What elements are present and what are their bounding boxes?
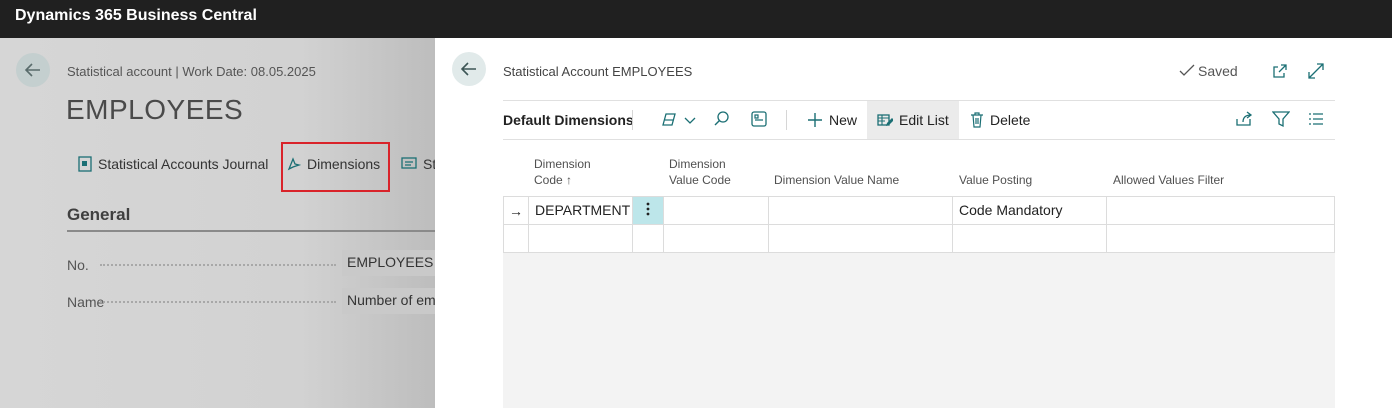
column-header-allowed-values-filter[interactable]: Allowed Values Filter bbox=[1113, 172, 1224, 188]
app-title: Dynamics 365 Business Central bbox=[15, 7, 257, 24]
column-header-dimension-value-code[interactable]: Dimension Value Code bbox=[669, 156, 731, 188]
app-bar: Dynamics 365 Business Central bbox=[0, 0, 1392, 38]
statistics-icon bbox=[401, 157, 417, 171]
back-arrow-icon bbox=[460, 62, 476, 76]
edit-list-button[interactable]: Edit List bbox=[867, 101, 959, 139]
open-new-window-button[interactable] bbox=[1271, 62, 1289, 85]
general-section-title: General bbox=[67, 205, 447, 232]
column-header-dimension-code[interactable]: Dimension Code ↑ bbox=[534, 156, 591, 188]
new-label: New bbox=[829, 112, 858, 128]
delete-label: Delete bbox=[990, 112, 1031, 128]
name-field-value[interactable]: Number of em bbox=[342, 288, 442, 314]
list-settings-button[interactable] bbox=[1308, 101, 1324, 139]
new-button[interactable]: New bbox=[807, 101, 857, 139]
search-button[interactable] bbox=[713, 101, 731, 139]
sort-ascending-icon: ↑ bbox=[566, 173, 573, 187]
grid-header: Dimension Code ↑ Dimension Value Code Di… bbox=[503, 150, 1335, 196]
background-caption: Statistical account | Work Date: 08.05.2… bbox=[67, 64, 316, 79]
column-header-value-posting[interactable]: Value Posting bbox=[959, 172, 1032, 188]
no-field-value[interactable]: EMPLOYEES bbox=[342, 250, 442, 276]
panel-back-button[interactable] bbox=[452, 52, 486, 86]
list-icon bbox=[1308, 112, 1324, 129]
table-row[interactable]: → DEPARTMENT Code Mandatory bbox=[503, 197, 1335, 225]
value-posting-cell[interactable] bbox=[953, 225, 1107, 252]
views-icon bbox=[660, 112, 678, 128]
toolbar-divider bbox=[632, 110, 633, 130]
expand-button[interactable] bbox=[1307, 62, 1325, 85]
checkmark-icon bbox=[1179, 64, 1195, 76]
name-field-label: Name bbox=[67, 294, 105, 310]
row-marker bbox=[503, 225, 529, 252]
allowed-values-filter-cell[interactable] bbox=[1107, 225, 1335, 252]
column-header-dimension-value-name[interactable]: Dimension Value Name bbox=[774, 172, 899, 188]
back-arrow-icon bbox=[24, 63, 40, 77]
row-marker: → bbox=[503, 197, 529, 224]
panel-caption: Statistical Account EMPLOYEES bbox=[503, 64, 693, 79]
statistical-accounts-journal-action[interactable]: Statistical Accounts Journal bbox=[78, 144, 268, 184]
open-in-new-window-icon bbox=[1273, 64, 1287, 78]
dimension-code-cell[interactable]: DEPARTMENT bbox=[529, 197, 633, 224]
delete-button[interactable]: Delete bbox=[970, 101, 1030, 139]
journal-icon bbox=[78, 156, 92, 172]
statistics-action[interactable]: St bbox=[401, 144, 436, 184]
dimension-value-code-cell[interactable] bbox=[664, 225, 769, 252]
saved-label: Saved bbox=[1198, 63, 1238, 79]
dimension-value-code-cell[interactable] bbox=[664, 197, 769, 224]
background-action-bar: Statistical Accounts Journal Dimensions … bbox=[67, 144, 447, 184]
share-icon bbox=[1235, 110, 1253, 130]
search-icon bbox=[713, 110, 731, 131]
panel-toolbar: Default Dimensions New Edit List Delete bbox=[503, 100, 1335, 140]
allowed-values-filter-cell[interactable] bbox=[1107, 197, 1335, 224]
row-actions-cell bbox=[633, 225, 664, 252]
value-posting-cell[interactable]: Code Mandatory bbox=[953, 197, 1107, 224]
filter-icon bbox=[1271, 110, 1291, 131]
dimension-value-name-cell bbox=[769, 225, 953, 252]
chevron-down-icon bbox=[684, 112, 696, 128]
default-dimensions-panel: Statistical Account EMPLOYEES Saved Defa… bbox=[435, 38, 1392, 408]
background-back-button[interactable] bbox=[16, 53, 50, 87]
table-row[interactable] bbox=[503, 225, 1335, 253]
name-field-leader bbox=[100, 301, 336, 303]
column-header-line: Code bbox=[534, 173, 563, 187]
plus-icon bbox=[807, 112, 823, 128]
show-as-list-button[interactable] bbox=[751, 101, 767, 139]
dimensions-highlight-box bbox=[281, 142, 390, 192]
background-page-title: EMPLOYEES bbox=[66, 94, 244, 125]
dimension-code-cell[interactable] bbox=[529, 225, 633, 252]
more-options-icon bbox=[646, 202, 650, 216]
column-header-line: Dimension bbox=[534, 157, 591, 171]
toolbar-divider bbox=[786, 110, 787, 130]
filter-button[interactable] bbox=[1271, 101, 1291, 139]
dimension-value-name-cell bbox=[769, 197, 953, 224]
expand-icon bbox=[1308, 63, 1324, 79]
grid-body: → DEPARTMENT Code Mandatory bbox=[503, 196, 1335, 408]
trash-icon bbox=[970, 112, 984, 128]
column-header-line: Value Code bbox=[669, 173, 731, 187]
views-menu-button[interactable] bbox=[660, 101, 696, 139]
no-field-leader bbox=[100, 264, 336, 266]
dimensions-grid: Dimension Code ↑ Dimension Value Code Di… bbox=[503, 150, 1335, 408]
toolbar-title: Default Dimensions bbox=[503, 112, 634, 128]
edit-list-icon bbox=[877, 112, 893, 128]
saved-status: Saved bbox=[1179, 63, 1238, 79]
share-button[interactable] bbox=[1235, 101, 1253, 139]
column-header-line: Dimension bbox=[669, 157, 726, 171]
layout-icon bbox=[751, 110, 767, 130]
statistical-accounts-journal-label: Statistical Accounts Journal bbox=[98, 156, 269, 172]
edit-list-label: Edit List bbox=[899, 112, 949, 128]
row-actions-button[interactable] bbox=[633, 197, 664, 224]
no-field-label: No. bbox=[67, 257, 89, 273]
